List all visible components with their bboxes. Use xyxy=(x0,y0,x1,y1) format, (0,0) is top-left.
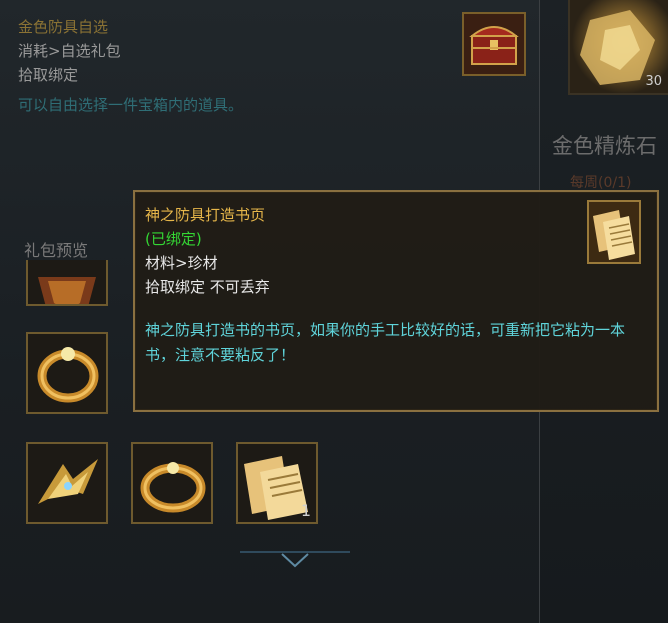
tooltip-bound-status: (已绑定) xyxy=(145,230,202,248)
preview-slot-book-page[interactable]: 1 xyxy=(236,442,318,524)
gold-ring-icon xyxy=(140,462,206,513)
pack-bind-type: 拾取绑定 xyxy=(18,66,79,84)
background-item-title: 金色精炼石 xyxy=(552,134,657,158)
preview-label: 礼包预览 xyxy=(24,241,89,260)
chevron-down-icon[interactable] xyxy=(240,548,350,570)
book-page-icon xyxy=(587,200,641,264)
item-tooltip: 神之防具打造书页 (已绑定) 材料>珍材 拾取绑定 不可丢弃 神之防具打造书的书… xyxy=(133,190,659,412)
gold-wing-icon xyxy=(38,459,98,504)
pack-title: 金色防具自选 xyxy=(18,18,109,36)
tooltip-category: 材料>珍材 xyxy=(145,254,218,272)
background-item-slot[interactable]: 30 xyxy=(568,0,668,95)
pack-category: 消耗>自选礼包 xyxy=(18,42,121,60)
preview-slot[interactable] xyxy=(131,442,213,524)
slot-quantity: 1 xyxy=(300,501,311,520)
background-item-count: 30 xyxy=(645,74,662,89)
preview-slot[interactable] xyxy=(26,332,108,414)
preview-slot[interactable] xyxy=(26,260,108,306)
tooltip-description: 神之防具打造书的书页，如果你的手工比较好的话，可重新把它粘为一本书，注意不要粘反… xyxy=(145,321,626,364)
gold-helm-icon xyxy=(38,277,96,304)
tooltip-bind-type: 拾取绑定 不可丢弃 xyxy=(145,278,270,296)
tooltip-title: 神之防具打造书页 xyxy=(145,206,266,224)
pack-description: 可以自由选择一件宝箱内的道具。 xyxy=(18,96,244,114)
gold-ring-icon xyxy=(37,347,99,403)
background-item-sub: 每周(0/1) xyxy=(570,175,632,191)
preview-slot[interactable] xyxy=(26,442,108,524)
treasure-chest-icon xyxy=(462,12,526,76)
